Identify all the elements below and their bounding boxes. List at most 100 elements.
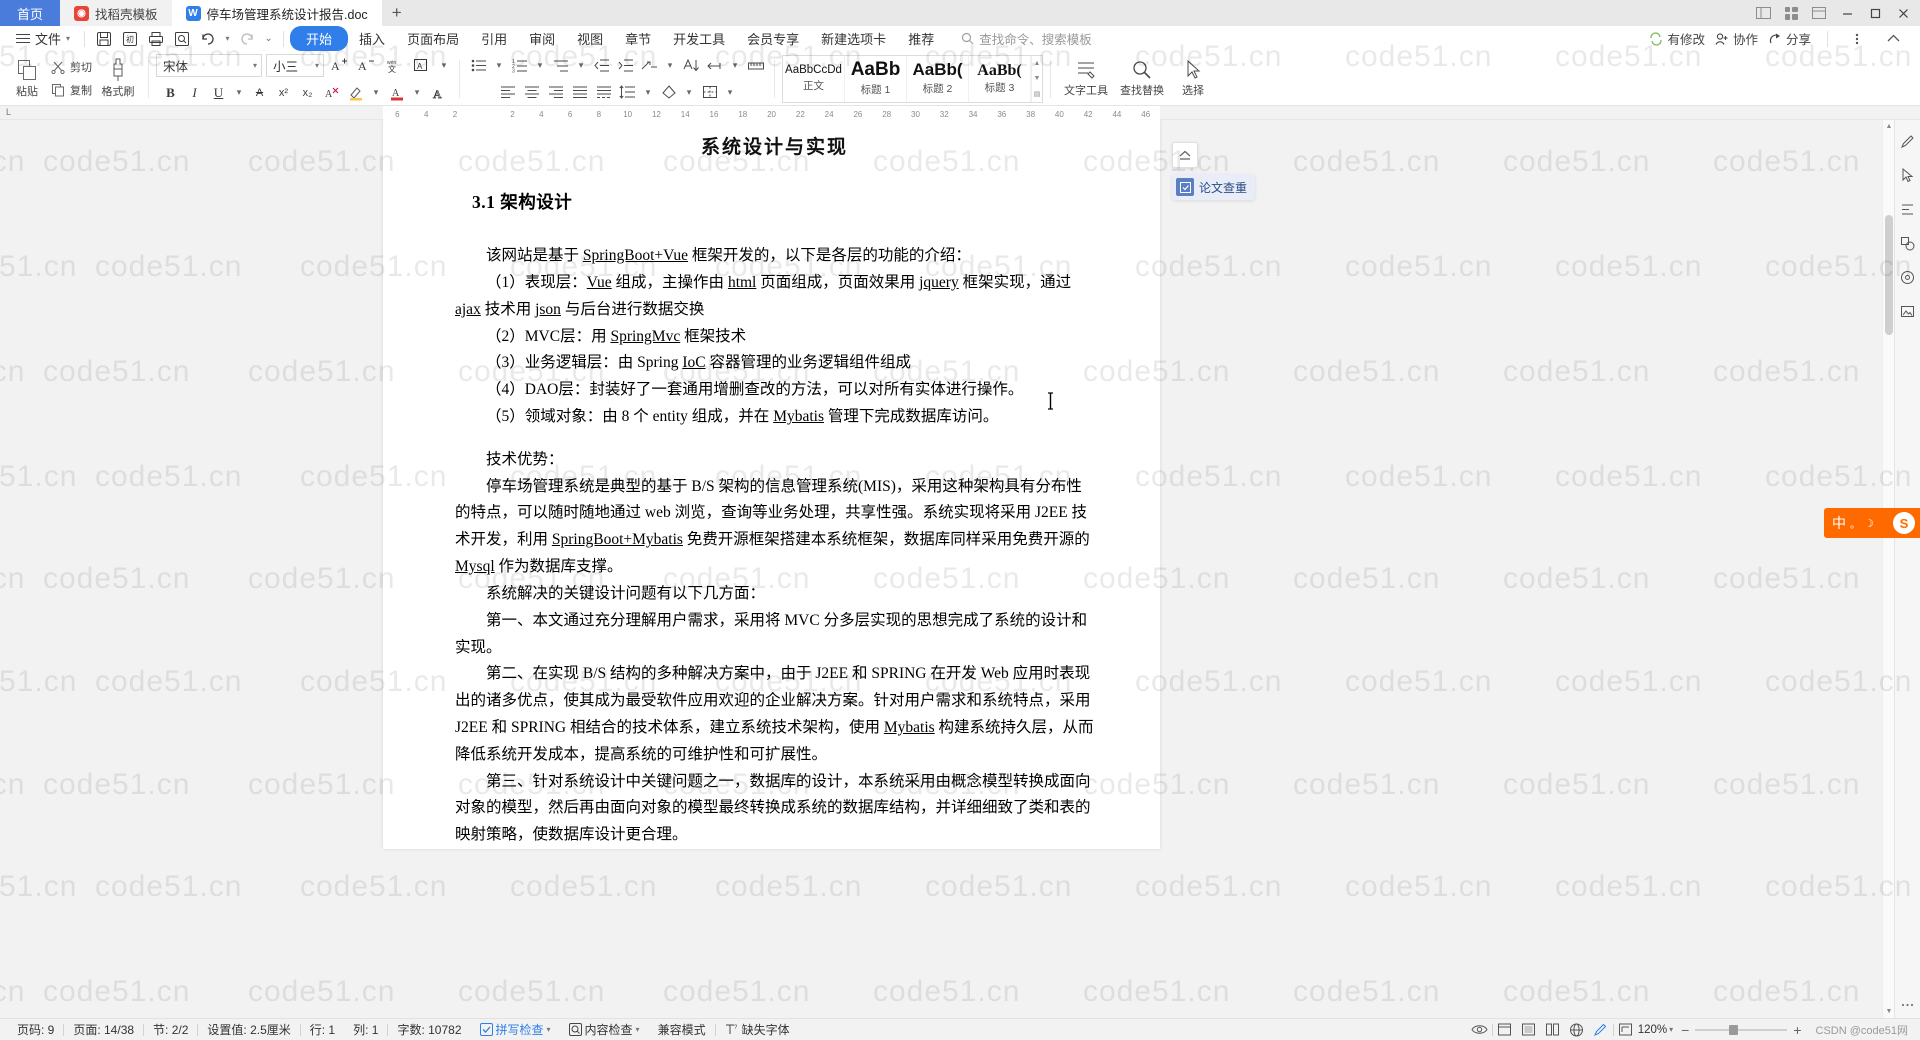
collaborate-button[interactable]: 协作 (1715, 29, 1758, 48)
picture-icon[interactable] (1899, 302, 1917, 320)
ribbon-tab-new-tab[interactable]: 新建选项卡 (810, 26, 897, 51)
select-button[interactable]: 选择 (1170, 54, 1216, 104)
chevron-up-icon[interactable] (1880, 28, 1906, 50)
new-tab-button[interactable]: + (381, 0, 412, 26)
find-replace-button[interactable]: 查找替换 (1114, 54, 1170, 104)
bullets-button[interactable] (467, 54, 490, 76)
styles-expand-icon[interactable]: ▤ (1034, 90, 1041, 98)
page-content[interactable]: 系统设计与实现 3.1 架构设计 该网站是基于 SpringBoot+Vue 框… (383, 120, 1160, 849)
ribbon-tab-insert[interactable]: 插入 (348, 26, 396, 51)
scrollbar-thumb[interactable] (1885, 215, 1893, 335)
print-icon[interactable] (143, 28, 169, 50)
scroll-down-icon[interactable]: ▼ (1034, 75, 1041, 82)
redo-icon[interactable] (234, 28, 260, 50)
chevron-down-icon[interactable]: ▾ (636, 1025, 640, 1034)
eye-icon[interactable] (1468, 1020, 1492, 1040)
text-effect-button[interactable]: A (426, 82, 449, 104)
bold-button[interactable]: B (159, 82, 182, 104)
tab-stop-selector[interactable]: L (6, 107, 11, 117)
subscript-button[interactable]: x₂ (296, 82, 319, 104)
justify-button[interactable] (568, 81, 591, 103)
pinyin-guide-button[interactable]: wén 文 (382, 54, 405, 76)
borders-button[interactable] (698, 81, 721, 103)
smart-format-button[interactable] (638, 54, 661, 76)
format-painter-button[interactable]: 格式刷 (95, 54, 141, 104)
file-menu-button[interactable]: 文件 ▾ (8, 29, 78, 48)
line-spacing-button[interactable] (616, 81, 639, 103)
content-check[interactable]: 内容检查 ▾ (560, 1021, 649, 1038)
style-item-heading1[interactable]: AaBb 标题 1 (845, 55, 907, 102)
scroll-up-icon[interactable]: ▲ (1034, 60, 1041, 67)
pen-icon[interactable] (1899, 132, 1917, 150)
ribbon-tab-view[interactable]: 视图 (566, 26, 614, 51)
decrease-indent-button[interactable] (590, 54, 613, 76)
column[interactable]: 列: 1 (344, 1021, 387, 1038)
align-left-button[interactable] (496, 81, 519, 103)
strikethrough-button[interactable]: A (248, 82, 271, 104)
align-right-button[interactable] (544, 81, 567, 103)
undo-dropdown-icon[interactable]: ▾ (221, 28, 234, 50)
zoom-track[interactable] (1695, 1024, 1788, 1035)
save-icon[interactable] (91, 28, 117, 50)
paste-button[interactable]: 粘贴 (6, 54, 48, 104)
font-color-button[interactable]: A (385, 82, 408, 104)
paper-check-floating-button[interactable]: 论文查重 (1172, 174, 1256, 200)
more-vertical-icon[interactable] (1844, 28, 1870, 50)
font-color-dropdown[interactable]: ▾ (409, 82, 425, 104)
undo-icon[interactable] (195, 28, 221, 50)
zoom-level-dropdown[interactable]: 120% ▾ (1638, 1024, 1673, 1036)
web-layout-icon[interactable] (1565, 1020, 1589, 1040)
fit-page-icon[interactable] (1614, 1020, 1638, 1040)
minimize-button[interactable] (1834, 2, 1860, 24)
zoom-knob[interactable] (1729, 1024, 1739, 1035)
highlight-color-button[interactable] (344, 82, 367, 104)
share-button[interactable]: 分享 (1768, 29, 1811, 48)
decrease-font-size-button[interactable]: A (355, 54, 378, 76)
font-family-select[interactable]: 宋体 ▾ (156, 53, 262, 77)
bullets-dropdown[interactable]: ▾ (491, 54, 507, 76)
cursor-icon[interactable] (1899, 166, 1917, 184)
increase-indent-button[interactable] (614, 54, 637, 76)
ruler-toggle-button[interactable] (744, 54, 767, 76)
char-border-button[interactable]: A (409, 54, 432, 76)
ribbon-tab-review[interactable]: 审阅 (518, 26, 566, 51)
ribbon-tab-recommend[interactable]: 推荐 (897, 26, 945, 51)
numbering-button[interactable]: 123 (508, 54, 531, 76)
page-count[interactable]: 页面: 14/38 (64, 1021, 143, 1038)
zoom-slider[interactable]: − + (1673, 1022, 1809, 1038)
font-size-select[interactable]: 小三 ▾ (266, 53, 324, 77)
underline-button[interactable]: U (207, 82, 230, 104)
setting-value[interactable]: 设置值: 2.5厘米 (198, 1021, 299, 1038)
document-page[interactable]: 系统设计与实现 3.1 架构设计 该网站是基于 SpringBoot+Vue 框… (383, 120, 1160, 849)
align-center-button[interactable] (520, 81, 543, 103)
reading-layout-icon[interactable] (1541, 1020, 1565, 1040)
compat-mode[interactable]: 兼容模式 (649, 1021, 715, 1038)
ime-indicator[interactable]: 中 。 ☽ S (1824, 508, 1920, 538)
section[interactable]: 节: 2/2 (144, 1021, 197, 1038)
maximize-button[interactable] (1862, 2, 1888, 24)
zoom-in-button[interactable]: + (1793, 1022, 1801, 1038)
line-spacing-dropdown[interactable]: ▾ (640, 81, 656, 103)
styles-gallery[interactable]: AaBbCcDd 正文 AaBb 标题 1 AaBb( 标题 2 AaBb( 标… (782, 54, 1043, 103)
distribute-button[interactable] (592, 81, 615, 103)
print-preview-icon[interactable] (169, 28, 195, 50)
show-marks-button[interactable] (703, 54, 726, 76)
underline-dropdown[interactable]: ▾ (231, 82, 247, 104)
page-number[interactable]: 页码: 9 (8, 1021, 63, 1038)
ribbon-tab-page-layout[interactable]: 页面布局 (396, 26, 470, 51)
highlight-dropdown[interactable]: ▾ (368, 82, 384, 104)
ribbon-tab-member[interactable]: 会员专享 (736, 26, 810, 51)
pane-view-icon[interactable] (1750, 2, 1776, 24)
layout-options-icon[interactable] (1806, 2, 1832, 24)
close-button[interactable] (1890, 2, 1916, 24)
vertical-scrollbar[interactable]: ▲ ▼ (1882, 120, 1894, 1018)
styles-scroll-controls[interactable]: ▲ ▼ ▤ (1031, 55, 1042, 102)
ribbon-tab-developer[interactable]: 开发工具 (662, 26, 736, 51)
style-item-heading2[interactable]: AaBb( 标题 2 (907, 55, 969, 102)
text-tools-button[interactable]: 文字工具 (1058, 54, 1114, 104)
smart-format-dropdown[interactable]: ▾ (662, 54, 678, 76)
grid-layout-icon[interactable] (1778, 2, 1804, 24)
shading-dropdown[interactable]: ▾ (681, 81, 697, 103)
collapse-ribbon-floating-button[interactable] (1172, 142, 1198, 168)
cut-button[interactable]: 剪切 (48, 57, 95, 77)
